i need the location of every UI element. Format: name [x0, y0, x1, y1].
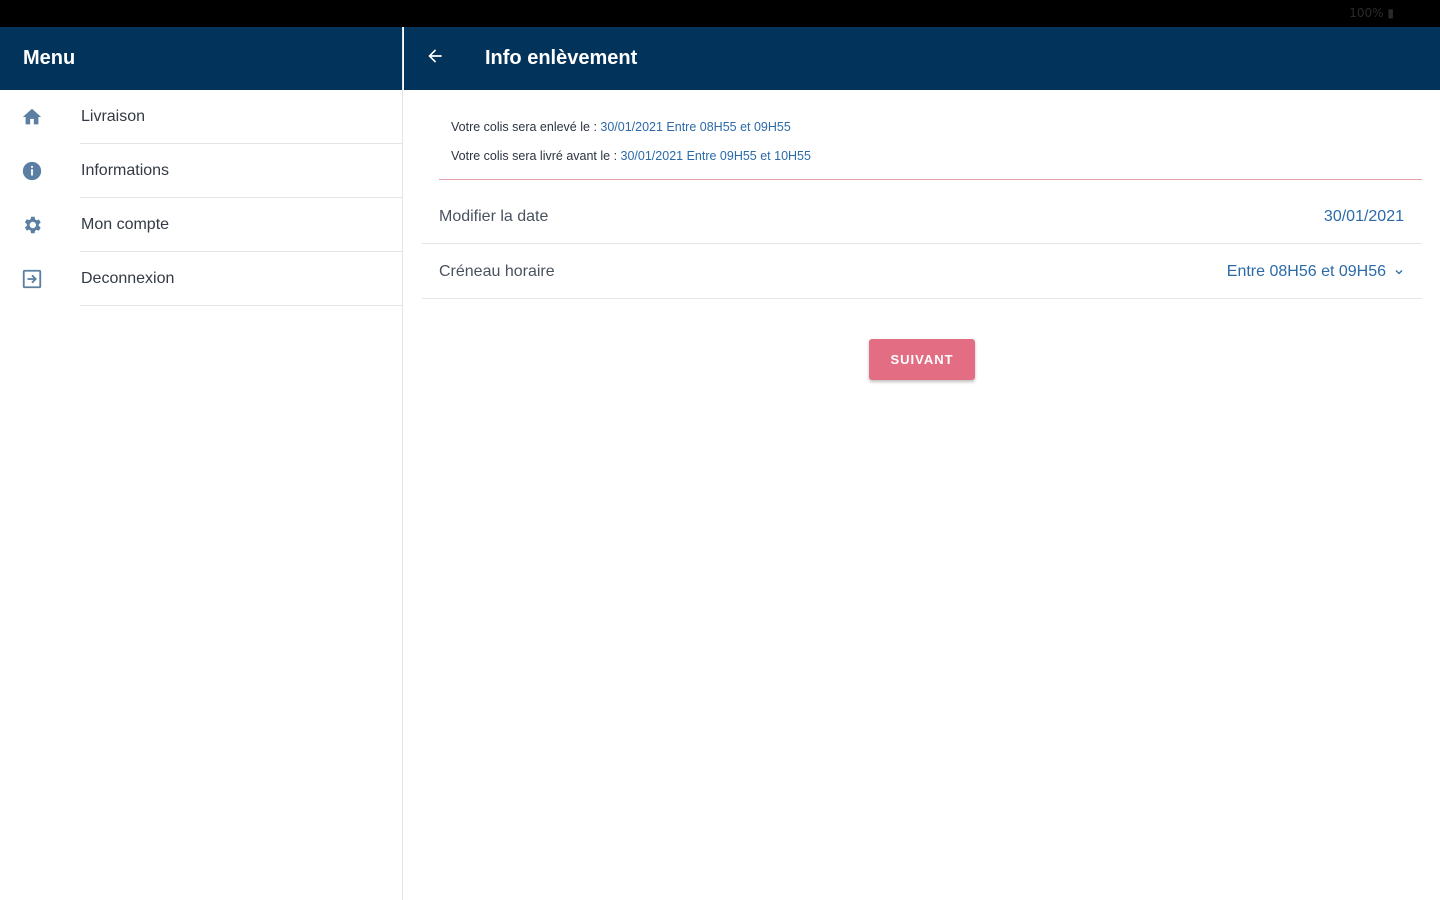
date-label: Modifier la date — [439, 207, 549, 225]
pickup-value: 30/01/2021 Entre 08H55 et 09H55 — [600, 120, 791, 134]
sidebar-item-deconnexion[interactable]: Deconnexion — [0, 252, 402, 306]
slot-value: Entre 08H56 et 09H56 — [1226, 262, 1386, 280]
sidebar-item-informations[interactable]: Informations — [0, 144, 402, 198]
slot-label: Créneau horaire — [439, 262, 555, 280]
pickup-info: Votre colis sera enlevé le : 30/01/2021 … — [439, 116, 1422, 180]
main-content: Info enlèvement Votre colis sera enlevé … — [404, 27, 1440, 900]
sidebar-item-label: Livraison — [81, 108, 146, 125]
sidebar: Menu Livraison Informations Mon compte D… — [0, 27, 403, 900]
sidebar-item-label: Mon compte — [81, 216, 170, 233]
sidebar-item-mon-compte[interactable]: Mon compte — [0, 198, 402, 252]
logout-icon — [20, 267, 44, 291]
sidebar-item-label: Deconnexion — [81, 270, 175, 287]
slot-row[interactable]: Créneau horaire Entre 08H56 et 09H56 — [422, 245, 1422, 299]
slot-select[interactable]: Entre 08H56 et 09H56 — [1227, 263, 1404, 281]
page-title: Info enlèvement — [485, 47, 638, 69]
battery-indicator: 100% ▮ — [1349, 6, 1394, 20]
sidebar-title: Menu — [23, 47, 76, 69]
sidebar-menu: Livraison Informations Mon compte Deconn… — [0, 90, 402, 306]
home-icon — [20, 105, 44, 129]
status-bar: 100% ▮ — [0, 0, 1440, 27]
date-row[interactable]: Modifier la date 30/01/2021 — [422, 190, 1422, 244]
next-button[interactable]: SUIVANT — [869, 339, 975, 380]
app-bar: Info enlèvement — [404, 27, 1440, 90]
info-icon — [20, 159, 44, 183]
gear-icon — [20, 213, 44, 237]
pickup-label: Votre colis sera enlevé le : — [451, 120, 601, 134]
delivery-value: 30/01/2021 Entre 09H55 et 10H55 — [620, 149, 811, 163]
back-button[interactable] — [404, 27, 466, 90]
sidebar-item-label: Informations — [81, 162, 170, 179]
delivery-label: Votre colis sera livré avant le : — [451, 149, 621, 163]
chevron-down-icon — [1394, 267, 1404, 277]
delivery-info-line: Votre colis sera livré avant le : 30/01/… — [451, 149, 811, 163]
date-picker[interactable]: 30/01/2021 — [1324, 208, 1404, 226]
sidebar-header: Menu — [0, 27, 402, 90]
divider — [80, 305, 402, 306]
arrow-left-icon — [425, 46, 445, 71]
pickup-info-line: Votre colis sera enlevé le : 30/01/2021 … — [451, 120, 791, 134]
sidebar-item-livraison[interactable]: Livraison — [0, 90, 402, 144]
